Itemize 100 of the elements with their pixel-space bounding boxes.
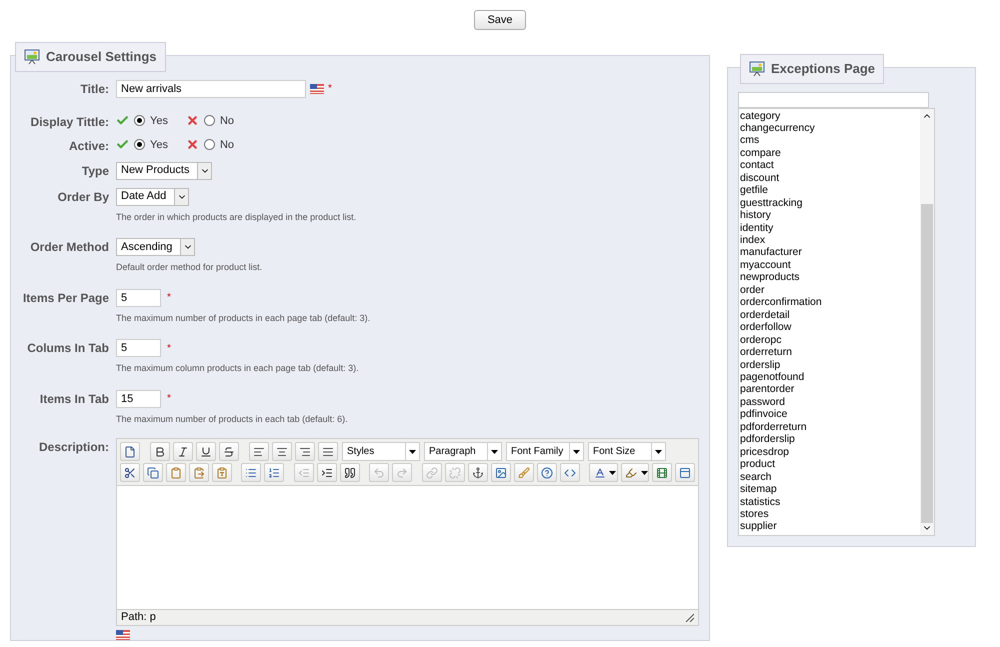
list-item[interactable]: product: [739, 458, 920, 471]
list-item[interactable]: sitemap: [739, 483, 920, 496]
select-field[interactable]: New Products: [116, 162, 212, 180]
radio-button[interactable]: [204, 115, 215, 126]
list-item[interactable]: getfile: [739, 184, 920, 197]
caret-icon: [609, 470, 616, 474]
list-item[interactable]: contact: [739, 159, 920, 172]
toolbar-button[interactable]: [316, 463, 337, 482]
list-item[interactable]: category: [739, 110, 920, 122]
toolbar-button[interactable]: [318, 442, 338, 461]
scrollbar[interactable]: [920, 108, 934, 534]
help-text: The maximum column products in each page tab (default: 3).: [116, 362, 360, 375]
radio-button[interactable]: [204, 139, 215, 150]
list-item[interactable]: myaccount: [739, 258, 920, 272]
list-item[interactable]: orderreturn: [739, 346, 920, 359]
toolbar-button[interactable]: [249, 442, 269, 461]
list-item[interactable]: order: [739, 284, 920, 296]
caret-icon: [640, 470, 648, 474]
toolbar-button[interactable]: [120, 442, 140, 461]
list-item[interactable]: statistics: [739, 496, 920, 508]
bold-icon: [154, 446, 166, 458]
number-input[interactable]: 5: [116, 339, 161, 357]
save-button[interactable]: Save: [474, 10, 526, 30]
radio-button[interactable]: [134, 139, 145, 150]
list-item[interactable]: manufacturer: [739, 246, 920, 259]
list-item[interactable]: supplier: [739, 520, 920, 533]
radio-label: No: [220, 114, 234, 128]
caret-icon: [573, 450, 580, 454]
list-item[interactable]: orderdetail: [739, 308, 920, 322]
title-input[interactable]: New arrivals: [116, 80, 306, 98]
highlight-icon: [625, 466, 638, 478]
toolbar-button[interactable]: [295, 442, 315, 461]
scrollbar-thumb[interactable]: [921, 204, 933, 522]
list-item[interactable]: changecurrency: [739, 122, 920, 134]
list-item[interactable]: history: [739, 209, 920, 222]
undo-icon: [373, 466, 386, 478]
select-field[interactable]: Ascending: [116, 238, 196, 256]
radio-button[interactable]: [134, 115, 145, 126]
format-dropdown[interactable]: Font Size: [588, 442, 666, 461]
toolbar-button[interactable]: [196, 442, 216, 461]
format-dropdown[interactable]: Styles: [342, 442, 420, 461]
numbered-list-icon: [268, 466, 280, 478]
html-icon: [564, 466, 576, 478]
toolbar-button[interactable]: [272, 442, 292, 461]
required-asterisk: *: [167, 392, 171, 406]
film-icon: [656, 466, 668, 478]
exceptions-list[interactable]: [738, 108, 935, 536]
list-item[interactable]: orderopc: [739, 334, 920, 346]
list-item[interactable]: newproducts: [739, 271, 920, 284]
number-input[interactable]: 5: [116, 288, 161, 306]
toolbar-button[interactable]: [468, 463, 488, 482]
list-item[interactable]: pdforderreturn: [739, 420, 920, 434]
list-item[interactable]: search: [739, 470, 920, 484]
brush-icon: [518, 466, 530, 478]
number-input[interactable]: 15: [116, 390, 161, 408]
toolbar-button[interactable]: [340, 463, 360, 482]
cross-icon: [186, 114, 199, 128]
list-item[interactable]: discount: [739, 172, 920, 184]
list-item[interactable]: pagenotfound: [739, 371, 920, 384]
toolbar-button[interactable]: [219, 442, 239, 461]
format-dropdown[interactable]: Paragraph: [424, 442, 502, 461]
list-item[interactable]: identity: [739, 222, 920, 234]
list-item[interactable]: parentorder: [739, 383, 920, 396]
field-label: Title:: [80, 80, 109, 98]
path-text: Path: p: [121, 610, 156, 626]
toolbar-button[interactable]: [173, 442, 193, 461]
caret-icon: [655, 450, 662, 454]
list-item[interactable]: password: [739, 396, 920, 408]
list-item[interactable]: cms: [739, 134, 920, 147]
field-label: Type: [80, 162, 109, 180]
paste-word-icon: [216, 466, 228, 478]
copy-icon: [147, 466, 159, 478]
list-item[interactable]: orderslip: [739, 358, 920, 372]
toolbar-button[interactable]: [620, 463, 650, 482]
list-item[interactable]: pdforderslip: [739, 433, 920, 446]
toolbar-button[interactable]: [589, 463, 618, 482]
field-label: Order Method: [29, 239, 109, 256]
radio-label: No: [220, 138, 234, 152]
legend-title: Carousel Settings: [46, 48, 157, 66]
caret-icon: [491, 450, 498, 454]
select-field[interactable]: Date Add: [116, 188, 190, 206]
list-item[interactable]: orderconfirmation: [739, 296, 920, 309]
list-item[interactable]: index: [739, 234, 920, 246]
list-item[interactable]: compare: [739, 146, 920, 160]
field-label: Items Per Page: [22, 290, 109, 306]
toolbar-button[interactable]: [150, 442, 170, 461]
list-item[interactable]: pricesdrop: [739, 446, 920, 458]
template-icon: [679, 466, 692, 478]
check-icon: [116, 114, 129, 128]
list-item[interactable]: guesttracking: [739, 196, 920, 210]
list-item[interactable]: stores: [739, 508, 920, 520]
format-dropdown[interactable]: Font Family: [506, 442, 584, 461]
align-left-icon: [253, 446, 265, 458]
list-item[interactable]: orderfollow: [739, 321, 920, 334]
caret-icon: [409, 450, 416, 454]
toolbar-button[interactable]: [120, 463, 140, 482]
filter-input[interactable]: [738, 92, 929, 108]
list-item[interactable]: pdfinvoice: [739, 408, 920, 421]
link-icon: [426, 466, 438, 478]
help-text: Default order method for product list.: [116, 261, 264, 274]
